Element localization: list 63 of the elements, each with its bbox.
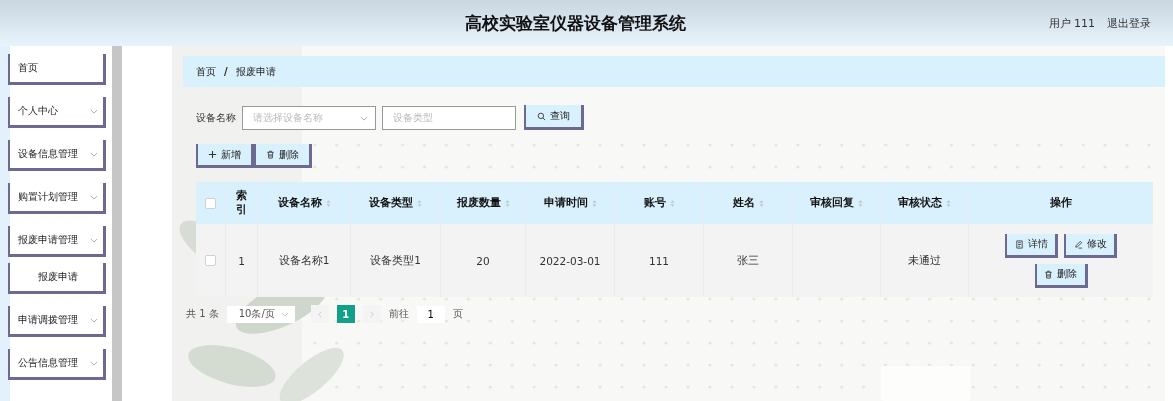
chevron-right-icon — [369, 310, 374, 318]
column-header: 账号 — [643, 196, 666, 210]
device-name-select[interactable]: 请选择设备名称 — [242, 105, 376, 130]
menu-item[interactable]: 个人中心 — [8, 97, 106, 128]
table-cell: 设备名称1 — [278, 253, 330, 268]
menu-item[interactable]: 首页 — [8, 54, 106, 85]
column-header: 姓名 — [732, 196, 755, 210]
table-cell: 设备类型1 — [370, 253, 421, 268]
table-cell: 1 — [238, 254, 245, 267]
column-header: 审核状态 — [898, 196, 942, 210]
table-cell: 111 — [648, 254, 669, 267]
system-title: 高校实验室仪器设备管理系统 — [465, 11, 686, 35]
menu-item[interactable]: 设备信息管理 — [8, 140, 106, 171]
sort-icon[interactable] — [669, 198, 675, 208]
breadcrumb-link[interactable]: 首页 — [196, 64, 216, 79]
column-header: 设备名称 — [277, 196, 322, 210]
breadcrumb-link[interactable]: 报废申请 — [235, 64, 276, 79]
menu-item[interactable]: 购置计划管理 — [8, 183, 106, 214]
chevron-down-icon — [280, 311, 289, 317]
pencil-icon — [1073, 239, 1083, 249]
chevron-down-icon — [360, 115, 368, 121]
field-label: 设备名称 — [196, 110, 236, 125]
column-header: 申请时间 — [543, 196, 588, 210]
sort-icon[interactable] — [858, 198, 863, 208]
column-header: 审核回复 — [810, 196, 854, 210]
trash-icon — [266, 150, 275, 159]
table-cell: 20 — [476, 254, 490, 267]
sort-icon[interactable] — [758, 198, 764, 208]
trash-icon — [1044, 269, 1053, 279]
column-header: 索引 — [235, 189, 248, 217]
user-label: 用户 111 — [1048, 15, 1095, 31]
sort-icon[interactable] — [504, 198, 510, 208]
delete-button[interactable]: 删除 — [1034, 263, 1088, 288]
sort-icon[interactable] — [591, 198, 597, 208]
page-unit-label: 页 — [452, 307, 463, 321]
sort-icon[interactable] — [325, 198, 331, 208]
total-count: 共 1 条 — [186, 307, 219, 321]
logout-link[interactable]: 退出登录 — [1107, 15, 1151, 31]
table-cell: 张三 — [737, 253, 759, 268]
add-button[interactable]: 新增 — [196, 144, 254, 168]
column-header: 报废数量 — [456, 196, 501, 210]
document-icon — [1014, 239, 1024, 249]
sort-icon[interactable] — [417, 198, 422, 208]
column-header: 设备类型 — [369, 196, 413, 210]
breadcrumb-separator: / — [224, 66, 228, 77]
menu-item[interactable]: 公告信息管理 — [8, 349, 106, 380]
menu-item[interactable]: 报废申请管理 — [8, 226, 106, 257]
table-cell: 未通过 — [908, 253, 941, 268]
delete-button[interactable]: 删除 — [254, 144, 312, 168]
submenu-item[interactable]: 报废申请 — [8, 263, 106, 294]
sort-icon[interactable] — [946, 198, 951, 208]
edit-button[interactable]: 修改 — [1064, 233, 1117, 258]
chevron-left-icon — [317, 310, 322, 318]
details-button[interactable]: 详情 — [1005, 233, 1058, 258]
search-icon — [537, 111, 546, 121]
checkbox[interactable] — [205, 255, 216, 266]
checkbox[interactable] — [205, 197, 216, 209]
column-header: 操作 — [1049, 196, 1072, 210]
goto-label: 前往 — [388, 307, 409, 321]
menu-item[interactable]: 申请调拨管理 — [8, 306, 106, 337]
search-button[interactable]: 查询 — [524, 105, 584, 130]
plus-icon — [208, 150, 217, 159]
table-cell: 2022-03-01 — [539, 254, 601, 267]
